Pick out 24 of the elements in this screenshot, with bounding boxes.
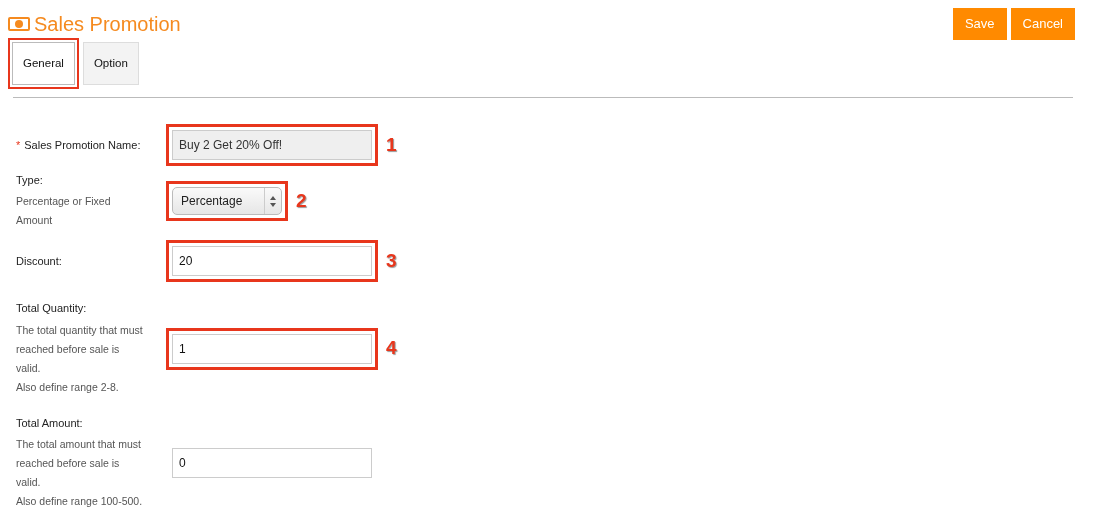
input-field[interactable]: 20 xyxy=(172,246,372,277)
tab[interactable]: General xyxy=(12,41,75,85)
field-hint: Also define range 2-8. xyxy=(16,379,120,395)
updown-icon xyxy=(270,195,276,207)
tab[interactable]: Option xyxy=(82,41,139,85)
banknote-icon xyxy=(8,17,30,31)
type-select[interactable]: Percentage xyxy=(172,187,282,215)
callout-number: 4 xyxy=(386,336,397,361)
field-hint: The total amount that must reached before sale is valid. xyxy=(16,437,142,491)
required-mark: * xyxy=(16,138,21,151)
field-label: Type: xyxy=(16,172,44,188)
field-hint: Percentage or Fixed Amount xyxy=(16,194,112,229)
field-label: Discount: xyxy=(16,254,63,269)
field-label: Total Quantity: xyxy=(16,301,88,317)
callout-number: 2 xyxy=(296,188,307,213)
callout-number: 3 xyxy=(386,249,397,273)
field-label: Sales Promotion Name: xyxy=(24,138,141,151)
input-field[interactable]: 1 xyxy=(172,333,372,364)
field-label: Total Amount: xyxy=(16,415,84,431)
callout-number: 1 xyxy=(386,132,397,157)
input-field[interactable]: 0 xyxy=(172,448,372,478)
field-hint: The total quantity that must reached before sale is valid. xyxy=(16,322,144,376)
page-title: Sales Promotion xyxy=(34,12,181,36)
field-hint: Also define range 100-500. xyxy=(16,494,144,510)
